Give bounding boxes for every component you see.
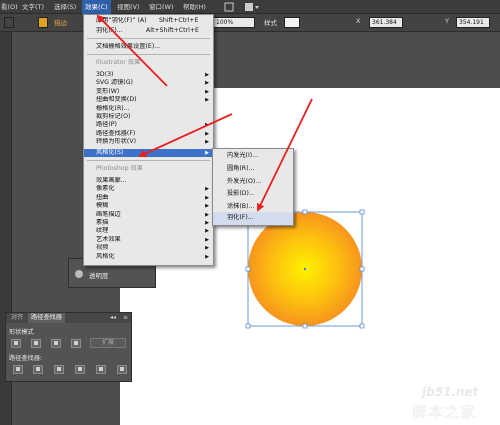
arrow-to-effect-menu [96, 14, 168, 87]
watermark-site: jb51.net [422, 385, 479, 399]
arrow-to-stylize [138, 113, 233, 158]
watermark-name: 脚本之家 [412, 403, 477, 421]
annotation-arrows [96, 14, 313, 212]
arrow-to-feather [257, 98, 313, 212]
